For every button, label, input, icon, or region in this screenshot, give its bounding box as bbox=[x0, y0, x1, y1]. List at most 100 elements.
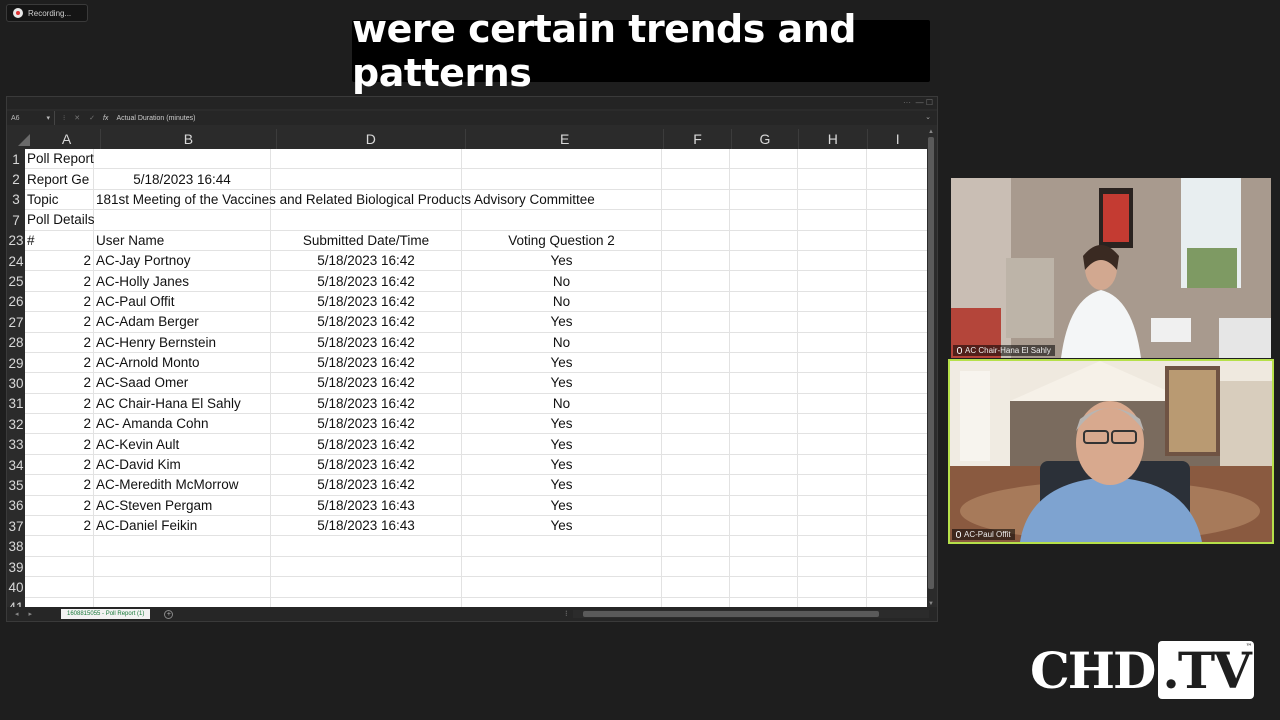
cell-b31[interactable]: AC Chair-Hana El Sahly bbox=[94, 393, 271, 415]
cell-g27[interactable] bbox=[730, 312, 798, 333]
cell-d30[interactable]: 5/18/2023 16:42 bbox=[271, 373, 462, 394]
cell-a29[interactable]: 2 bbox=[25, 352, 94, 374]
cell-g26[interactable] bbox=[730, 291, 798, 313]
formula-input[interactable]: Actual Duration (minutes) bbox=[116, 115, 195, 122]
cell-h23[interactable] bbox=[798, 230, 867, 251]
cell-a1[interactable]: Poll Report bbox=[25, 149, 94, 170]
cell-e31[interactable]: No bbox=[462, 393, 662, 415]
cell-g36[interactable] bbox=[730, 495, 798, 517]
cell-f28[interactable] bbox=[662, 332, 730, 353]
row-number[interactable]: 24 bbox=[7, 250, 25, 272]
horizontal-scroll-thumb[interactable] bbox=[583, 611, 879, 617]
cell-d39[interactable] bbox=[271, 556, 462, 578]
cell-g31[interactable] bbox=[730, 393, 798, 415]
cell-i24[interactable] bbox=[867, 250, 929, 272]
cell-b40[interactable] bbox=[94, 577, 271, 598]
column-header-d[interactable]: D bbox=[277, 129, 466, 149]
cell-a35[interactable]: 2 bbox=[25, 475, 94, 496]
cell-d36[interactable]: 5/18/2023 16:43 bbox=[271, 495, 462, 517]
cell-h32[interactable] bbox=[798, 414, 867, 435]
cell-e40[interactable] bbox=[462, 577, 662, 598]
cell-f32[interactable] bbox=[662, 414, 730, 435]
cell-b2[interactable]: 5/18/2023 16:44 bbox=[94, 169, 271, 190]
cell-f40[interactable] bbox=[662, 577, 730, 598]
cell-h37[interactable] bbox=[798, 516, 867, 537]
cell-b36[interactable]: AC-Steven Pergam bbox=[94, 495, 271, 517]
cell-d7[interactable] bbox=[271, 210, 462, 231]
cell-g1[interactable] bbox=[730, 149, 798, 170]
column-header-i[interactable]: I bbox=[868, 129, 929, 149]
column-header-a[interactable]: A bbox=[33, 129, 102, 149]
cell-f29[interactable] bbox=[662, 352, 730, 374]
cell-d38[interactable] bbox=[271, 536, 462, 557]
cell-i40[interactable] bbox=[867, 577, 929, 598]
select-all-button[interactable] bbox=[7, 129, 33, 149]
cell-b39[interactable] bbox=[94, 556, 271, 578]
cell-d41[interactable] bbox=[271, 597, 462, 607]
cell-f41[interactable] bbox=[662, 597, 730, 607]
cell-e34[interactable]: Yes bbox=[462, 454, 662, 476]
cell-h30[interactable] bbox=[798, 373, 867, 394]
cell-f31[interactable] bbox=[662, 393, 730, 415]
cell-h39[interactable] bbox=[798, 556, 867, 578]
cell-d31[interactable]: 5/18/2023 16:42 bbox=[271, 393, 462, 415]
row-number[interactable]: 40 bbox=[7, 577, 25, 598]
cell-a31[interactable]: 2 bbox=[25, 393, 94, 415]
cell-h24[interactable] bbox=[798, 250, 867, 272]
cell-f3[interactable] bbox=[662, 189, 730, 211]
cell-h27[interactable] bbox=[798, 312, 867, 333]
cell-h3[interactable] bbox=[798, 189, 867, 211]
cell-d25[interactable]: 5/18/2023 16:42 bbox=[271, 271, 462, 292]
row-number[interactable]: 33 bbox=[7, 434, 25, 455]
cell-b37[interactable]: AC-Daniel Feikin bbox=[94, 516, 271, 537]
column-header-h[interactable]: H bbox=[799, 129, 868, 149]
cell-h26[interactable] bbox=[798, 291, 867, 313]
cell-i33[interactable] bbox=[867, 434, 929, 455]
cell-f26[interactable] bbox=[662, 291, 730, 313]
cell-g24[interactable] bbox=[730, 250, 798, 272]
cell-f35[interactable] bbox=[662, 475, 730, 496]
cell-a28[interactable]: 2 bbox=[25, 332, 94, 353]
row-number[interactable]: 2 bbox=[7, 169, 25, 190]
cell-a39[interactable] bbox=[25, 556, 94, 578]
cell-h1[interactable] bbox=[798, 149, 867, 170]
cell-a37[interactable]: 2 bbox=[25, 516, 94, 537]
cell-d27[interactable]: 5/18/2023 16:42 bbox=[271, 312, 462, 333]
cell-e24[interactable]: Yes bbox=[462, 250, 662, 272]
expand-formula-icon[interactable]: ⌄ bbox=[925, 113, 931, 121]
cell-a25[interactable]: 2 bbox=[25, 271, 94, 292]
cell-g30[interactable] bbox=[730, 373, 798, 394]
cell-i34[interactable] bbox=[867, 454, 929, 476]
cell-f23[interactable] bbox=[662, 230, 730, 251]
cell-d40[interactable] bbox=[271, 577, 462, 598]
cell-b34[interactable]: AC-David Kim bbox=[94, 454, 271, 476]
cell-g37[interactable] bbox=[730, 516, 798, 537]
cell-d26[interactable]: 5/18/2023 16:42 bbox=[271, 291, 462, 313]
cell-g32[interactable] bbox=[730, 414, 798, 435]
cell-d29[interactable]: 5/18/2023 16:42 bbox=[271, 352, 462, 374]
cell-d1[interactable] bbox=[271, 149, 462, 170]
column-header-b[interactable]: B bbox=[101, 129, 277, 149]
scroll-up-icon[interactable]: ▲ bbox=[927, 129, 935, 135]
cell-a40[interactable] bbox=[25, 577, 94, 598]
row-number[interactable]: 30 bbox=[7, 373, 25, 394]
row-number[interactable]: 23 bbox=[7, 230, 25, 251]
row-number[interactable]: 25 bbox=[7, 271, 25, 292]
window-controls-icon[interactable]: — ☐ bbox=[916, 98, 933, 107]
cell-f27[interactable] bbox=[662, 312, 730, 333]
cell-g39[interactable] bbox=[730, 556, 798, 578]
cell-g25[interactable] bbox=[730, 271, 798, 292]
vertical-scroll-thumb[interactable] bbox=[928, 137, 934, 589]
cell-a30[interactable]: 2 bbox=[25, 373, 94, 394]
row-number[interactable]: 35 bbox=[7, 475, 25, 496]
cell-i38[interactable] bbox=[867, 536, 929, 557]
more-vertical-icon[interactable]: ⁝ bbox=[63, 114, 65, 122]
video-tile-paul-offit[interactable]: AC-Paul Offit bbox=[948, 359, 1274, 544]
cell-b27[interactable]: AC-Adam Berger bbox=[94, 312, 271, 333]
sheet-tab[interactable]: 1608815055 - Poll Report (1) bbox=[61, 609, 151, 619]
row-number[interactable]: 26 bbox=[7, 291, 25, 313]
cell-h31[interactable] bbox=[798, 393, 867, 415]
cell-b1[interactable] bbox=[94, 149, 271, 170]
cancel-icon[interactable]: ✕ bbox=[74, 114, 80, 122]
cell-f25[interactable] bbox=[662, 271, 730, 292]
